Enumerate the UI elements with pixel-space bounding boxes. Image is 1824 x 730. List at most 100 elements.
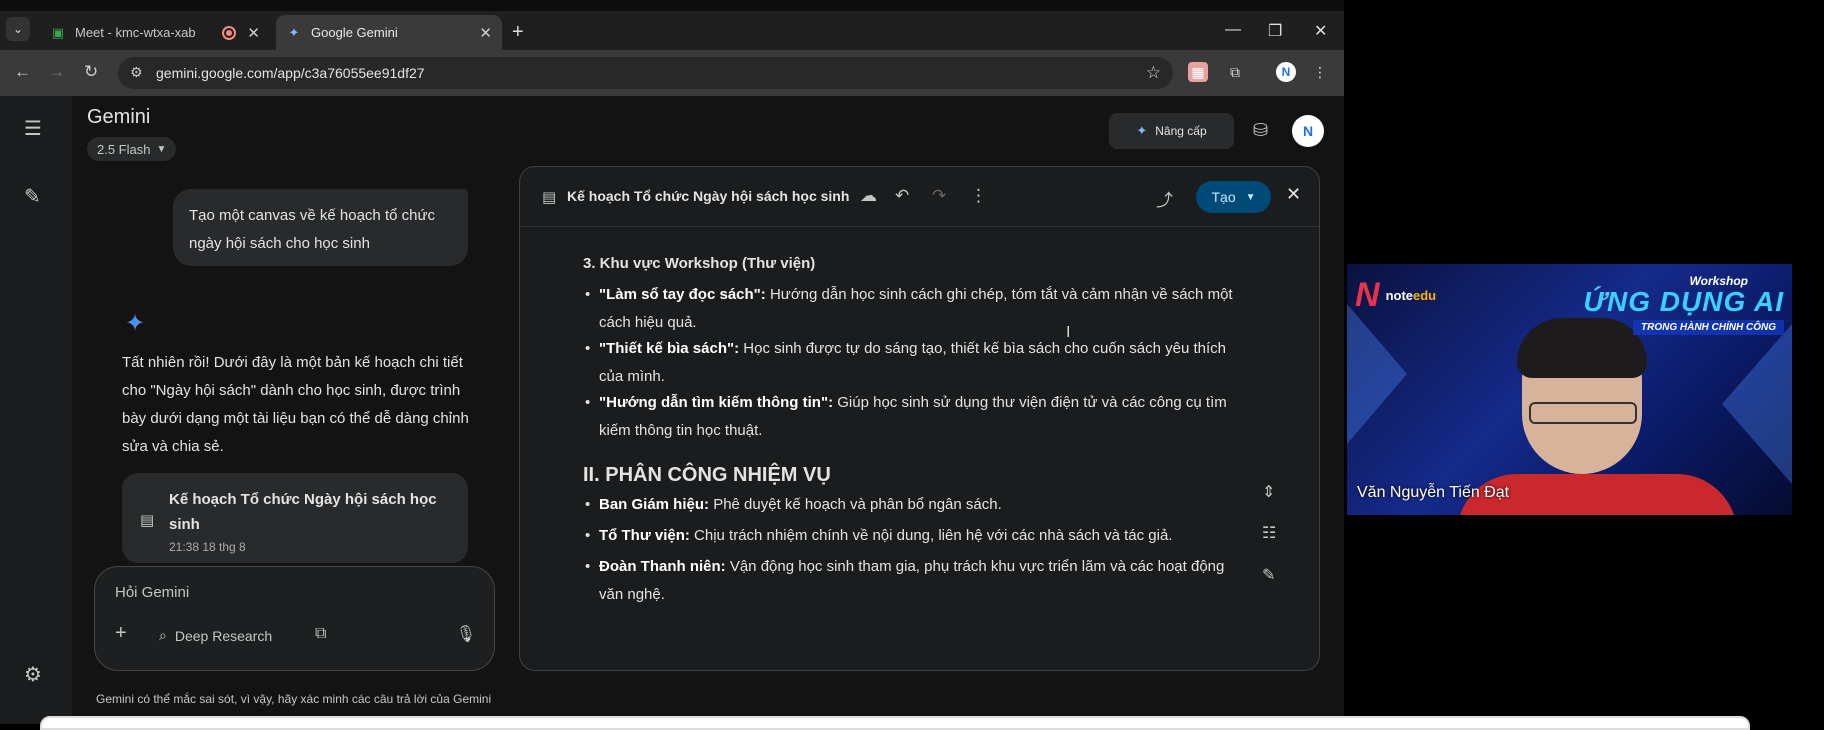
prompt-placeholder: Hỏi Gemini xyxy=(115,584,190,601)
canvas-panel: ▤ Kế hoạch Tổ chức Ngày hội sách học sin… xyxy=(519,166,1320,671)
hamburger-menu-icon[interactable]: ☰ xyxy=(24,116,42,141)
participant-glasses xyxy=(1529,402,1637,424)
address-bar: ← → ↻ ⚙ gemini.google.com/app/c3a76055ee… xyxy=(0,50,1344,96)
gemini-app: ☰ ✎ ⚙ Gemini 2.5 Flash ▼ ✦ Nâng cấp ⛁ N … xyxy=(0,96,1344,724)
doc-card-title: Kế hoạch Tổ chức Ngày hội sách học sinh xyxy=(169,491,437,533)
suggest-edits-icon[interactable]: ✎ xyxy=(1262,565,1275,585)
extensions-puzzle-icon[interactable]: ⧉ xyxy=(1225,62,1245,82)
url-text: gemini.google.com/app/c3a76055ee91df27 xyxy=(156,65,425,81)
side-rail: ☰ ✎ ⚙ xyxy=(0,96,72,724)
participant-hair xyxy=(1517,318,1647,378)
more-options-icon[interactable]: ⋮ xyxy=(970,186,987,206)
tab-label: Google Gemini xyxy=(311,25,398,40)
minimize-icon[interactable]: — xyxy=(1225,21,1241,39)
brand-name: note xyxy=(1385,288,1414,303)
back-icon[interactable]: ← xyxy=(14,62,31,82)
prompt-input[interactable]: Hỏi Gemini + ⌕ Deep Research ⧉ 🎙 xyxy=(94,566,495,671)
decorative-chevron xyxy=(1347,304,1407,444)
text-cursor-icon: I xyxy=(1066,324,1071,341)
logo-text: noteedu xyxy=(1386,288,1437,303)
restore-icon[interactable]: ❐ xyxy=(1268,21,1282,41)
section-heading: 3. Khu vực Workshop (Thư viện) xyxy=(583,255,816,272)
upgrade-button[interactable]: ✦ Nâng cấp xyxy=(1109,113,1234,149)
list-item-text: Phê duyệt kế hoạch và phân bổ ngân sách. xyxy=(709,496,1002,513)
app-title: Gemini xyxy=(87,106,151,128)
decorative-chevron xyxy=(1722,324,1792,484)
avatar-letter: N xyxy=(1302,123,1314,139)
add-icon[interactable]: + xyxy=(115,622,127,645)
canvas-document[interactable]: 3. Khu vực Workshop (Thư viện) "Làm sổ t… xyxy=(520,228,1319,670)
close-canvas-icon[interactable]: ✕ xyxy=(1286,184,1301,205)
list-item: Tổ Thư viện: Chịu trách nhiệm chính về n… xyxy=(585,522,1239,550)
settings-gear-icon[interactable]: ⚙ xyxy=(24,662,42,687)
caret-down-icon: ▼ xyxy=(156,143,167,155)
recording-icon xyxy=(222,25,236,40)
tab-gemini[interactable]: ✦ Google Gemini ✕ xyxy=(276,15,502,50)
user-message: Tạo một canvas về kế hoạch tổ chức ngày … xyxy=(173,189,468,266)
list-item-text: Chịu trách nhiệm chính về nội dung, liên… xyxy=(689,527,1173,544)
extension-icon[interactable]: ▦ xyxy=(1188,62,1208,82)
workshop-title: ỨNG DỤNG AI xyxy=(1583,286,1784,317)
microphone-icon[interactable]: 🎙 xyxy=(456,624,476,644)
list-item-bold: "Làm sổ tay đọc sách": xyxy=(599,286,766,303)
logo-mark: N xyxy=(1355,276,1380,314)
new-chat-icon[interactable]: ✎ xyxy=(24,184,41,209)
deep-research-button[interactable]: ⌕ Deep Research xyxy=(159,627,272,644)
list-item-bold: "Hướng dẫn tìm kiếm thông tin": xyxy=(599,394,834,411)
google-meet-icon: ▣ xyxy=(51,24,65,40)
canvas-title: Kế hoạch Tổ chức Ngày hội sách học sinh xyxy=(567,188,850,204)
undo-icon[interactable]: ↶ xyxy=(895,186,909,206)
sparkle-icon: ✦ xyxy=(1136,123,1148,138)
share-icon[interactable]: ⤴ xyxy=(1156,186,1173,211)
cloud-sync-icon[interactable]: ☁ xyxy=(860,186,877,206)
edit-tune-icon[interactable]: ☷ xyxy=(1262,523,1276,543)
list-item: Đoàn Thanh niên: Vận động học sinh tham … xyxy=(585,553,1239,609)
doc-card-date: 21:38 18 thg 8 xyxy=(169,540,246,554)
forward-icon[interactable]: → xyxy=(48,62,65,82)
length-adjust-icon[interactable]: ⇕ xyxy=(1262,482,1275,502)
bookmark-star-icon[interactable]: ☆ xyxy=(1146,63,1161,83)
url-input[interactable]: ⚙ gemini.google.com/app/c3a76055ee91df27… xyxy=(118,57,1173,89)
list-item-bold: Đoàn Thanh niên: xyxy=(599,558,726,575)
list-item-bold: Ban Giám hiệu: xyxy=(599,496,710,513)
redo-icon[interactable]: ↷ xyxy=(932,186,946,206)
deep-research-label: Deep Research xyxy=(174,627,273,644)
close-icon[interactable]: ✕ xyxy=(479,24,492,42)
canvas-header: ▤ Kế hoạch Tổ chức Ngày hội sách học sin… xyxy=(520,167,1319,227)
list-item: Ban Giám hiệu: Phê duyệt kế hoạch và phâ… xyxy=(585,491,1239,519)
list-item: "Thiết kế bìa sách": Học sinh được tự do… xyxy=(585,335,1239,391)
bottom-frame-edge xyxy=(40,716,1750,730)
new-tab-icon[interactable]: + xyxy=(512,21,524,44)
profile-avatar-icon[interactable]: N xyxy=(1276,62,1296,82)
document-icon: ▤ xyxy=(140,512,155,529)
canvas-toggle-icon[interactable]: ⧉ xyxy=(315,625,326,643)
chevron-down-icon: ▼ xyxy=(1245,191,1256,203)
participant-name: Văn Nguyễn Tiến Đạt xyxy=(1357,484,1510,501)
noteedu-logo: N noteedu xyxy=(1355,276,1436,315)
tab-bar: ⌄ ▣ Meet - kmc-wtxa-xab ✕ ✦ Google Gemin… xyxy=(0,0,1344,50)
video-feed: N noteedu Workshop ỨNG DỤNG AI TRONG HÀN… xyxy=(1347,264,1792,515)
disclaimer-text: Gemini có thể mắc sai sót, vì vậy, hãy x… xyxy=(96,692,492,706)
browser-window: ⌄ ▣ Meet - kmc-wtxa-xab ✕ ✦ Google Gemin… xyxy=(0,0,1344,724)
gift-icon[interactable]: ⛁ xyxy=(1253,120,1268,141)
assistant-response: Tất nhiên rồi! Dưới đây là một bản kế ho… xyxy=(122,354,469,455)
create-button[interactable]: Tạo ▼ xyxy=(1196,181,1271,213)
account-avatar[interactable]: N xyxy=(1292,115,1324,147)
site-info-icon[interactable]: ⚙ xyxy=(130,64,143,81)
list-item: "Hướng dẫn tìm kiếm thông tin": Giúp học… xyxy=(585,389,1239,445)
list-item: "Làm sổ tay đọc sách": Hướng dẫn học sin… xyxy=(585,281,1239,337)
window-close-icon[interactable]: ✕ xyxy=(1314,21,1327,41)
list-item-bold: "Thiết kế bìa sách": xyxy=(599,340,740,357)
document-icon: ▤ xyxy=(542,189,557,206)
reload-icon[interactable]: ↻ xyxy=(84,62,98,82)
close-icon[interactable]: ✕ xyxy=(247,24,260,42)
upgrade-label: Nâng cấp xyxy=(1155,124,1207,138)
deep-research-icon: ⌕ xyxy=(159,627,167,643)
menu-kebab-icon[interactable]: ⋮ xyxy=(1310,62,1330,82)
gemini-sparkle-icon: ✦ xyxy=(125,310,146,337)
brand-accent: edu xyxy=(1413,288,1437,303)
model-selector[interactable]: 2.5 Flash ▼ xyxy=(87,137,177,161)
canvas-doc-card[interactable]: ▤ Kế hoạch Tổ chức Ngày hội sách học sin… xyxy=(122,473,468,563)
tab-search-button[interactable]: ⌄ xyxy=(6,17,30,41)
tab-meet[interactable]: ▣ Meet - kmc-wtxa-xab ✕ xyxy=(40,15,270,50)
